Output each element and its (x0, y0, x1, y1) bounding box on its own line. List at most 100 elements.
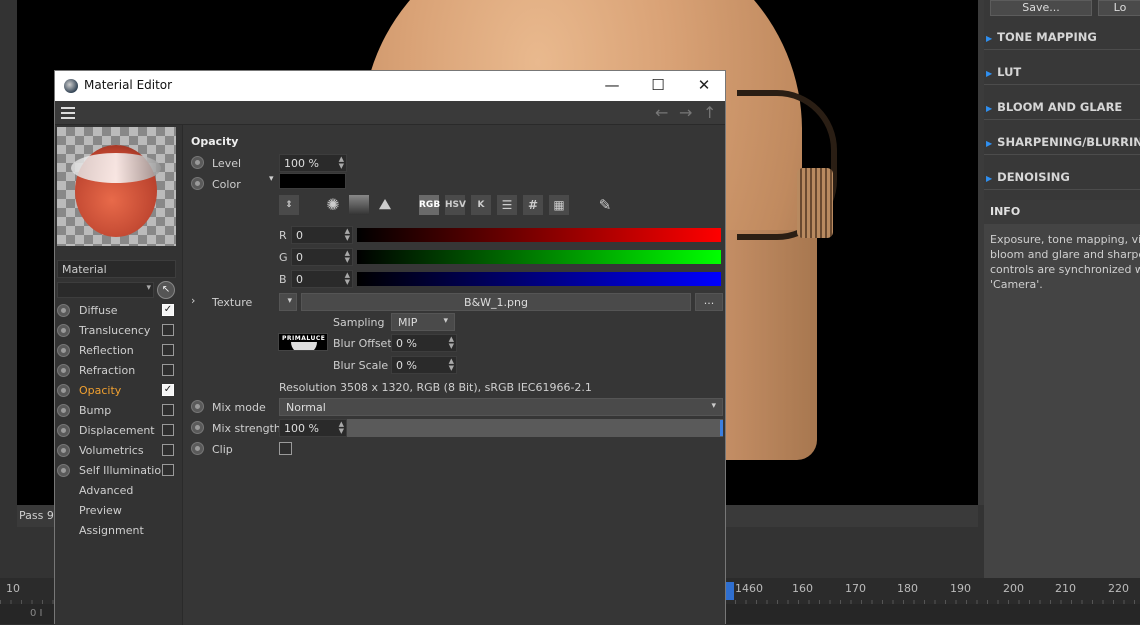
spinner-icon[interactable]: ▲ ▼ (345, 228, 350, 242)
r-slider[interactable] (357, 228, 721, 242)
color-wheel-toggle-icon[interactable]: ⇕ (279, 195, 299, 215)
channel-checkbox[interactable] (162, 464, 174, 476)
channel-radio[interactable] (57, 304, 70, 317)
section-denoising[interactable]: ▶ DENOISING (984, 162, 1140, 190)
channel-label[interactable]: Translucency (79, 324, 150, 337)
material-preset-dropdown[interactable]: ▾ (57, 282, 154, 298)
channel-translucency[interactable]: Translucency (55, 321, 182, 341)
texture-menu-button[interactable]: ▾ (279, 293, 297, 311)
g-field[interactable]: 0 ▲ ▼ (291, 248, 353, 266)
save-button[interactable]: Save... (990, 0, 1092, 16)
section-lut[interactable]: ▶ LUT (984, 57, 1140, 85)
spinner-icon[interactable]: ▲ ▼ (339, 421, 344, 435)
b-slider[interactable] (357, 272, 721, 286)
load-button[interactable]: Lo (1098, 0, 1140, 16)
channel-radio[interactable] (57, 364, 70, 377)
channel-radio[interactable] (57, 464, 70, 477)
channel-checkbox[interactable] (162, 324, 174, 336)
spectrum-icon[interactable] (349, 195, 369, 215)
section-sharpening[interactable]: ▶ SHARPENING/BLURRING (984, 127, 1140, 155)
spinner-icon[interactable]: ▲ ▼ (345, 272, 350, 286)
channel-checkbox[interactable] (162, 344, 174, 356)
channel-label[interactable]: Preview (79, 504, 122, 517)
channel-label[interactable]: Assignment (79, 524, 144, 537)
spinner-icon[interactable]: ▲ ▼ (449, 358, 454, 372)
channel-checkbox[interactable]: ✓ (162, 384, 174, 396)
up-arrow-icon[interactable]: ↑ (703, 103, 716, 122)
color-expand-chevron-icon[interactable]: ▾ (269, 174, 274, 184)
mix-mode-animate-radio[interactable] (191, 400, 204, 413)
mixer-icon[interactable]: ☰ (497, 195, 517, 215)
channel-radio[interactable] (57, 444, 70, 457)
channel-label[interactable]: Refraction (79, 364, 135, 377)
channel-preview[interactable]: Preview (55, 501, 182, 521)
blur-scale-field[interactable]: 0 % ▲ ▼ (391, 356, 457, 374)
channel-label[interactable]: Volumetrics (79, 444, 144, 457)
clip-checkbox[interactable] (279, 442, 292, 455)
channel-radio[interactable] (57, 324, 70, 337)
spinner-icon[interactable]: ▲ ▼ (339, 156, 344, 170)
channel-radio[interactable] (57, 344, 70, 357)
channel-volumetrics[interactable]: Volumetrics (55, 441, 182, 461)
color-animate-radio[interactable] (191, 177, 204, 190)
channel-opacity[interactable]: Opacity ✓ (55, 381, 182, 401)
hex-mode-button[interactable]: # (523, 195, 543, 215)
channel-radio[interactable] (57, 404, 70, 417)
level-field[interactable]: 100 % ▲ ▼ (279, 154, 347, 172)
kelvin-mode-button[interactable]: K (471, 195, 491, 215)
clip-animate-radio[interactable] (191, 442, 204, 455)
channel-checkbox[interactable] (162, 404, 174, 416)
channel-bump[interactable]: Bump (55, 401, 182, 421)
texture-expand-chevron-icon[interactable]: › (191, 294, 195, 307)
channel-label[interactable]: Opacity (79, 384, 121, 397)
playhead[interactable] (726, 582, 734, 600)
color-wheel-icon[interactable]: ✺ (323, 195, 343, 215)
blur-offset-field[interactable]: 0 % ▲ ▼ (391, 334, 457, 352)
b-field[interactable]: 0 ▲ ▼ (291, 270, 353, 288)
maximize-button[interactable]: ☐ (635, 71, 681, 101)
spinner-icon[interactable]: ▲ ▼ (345, 250, 350, 264)
mix-mode-dropdown[interactable]: Normal ▾ (279, 398, 723, 416)
channel-checkbox[interactable]: ✓ (162, 304, 174, 316)
channel-diffuse[interactable]: Diffuse ✓ (55, 301, 182, 321)
mix-strength-slider[interactable] (347, 419, 723, 437)
minimize-button[interactable]: — (589, 71, 635, 101)
r-field[interactable]: 0 ▲ ▼ (291, 226, 353, 244)
level-animate-radio[interactable] (191, 156, 204, 169)
channel-radio[interactable] (57, 384, 70, 397)
g-slider[interactable] (357, 250, 721, 264)
image-picker-icon[interactable]: ⛰ (375, 195, 395, 215)
frame-field[interactable]: 0 I (30, 608, 43, 619)
rgb-mode-button[interactable]: RGB (419, 195, 440, 215)
hsv-mode-button[interactable]: HSV (445, 195, 466, 215)
channel-checkbox[interactable] (162, 364, 174, 376)
sampling-dropdown[interactable]: MIP ▾ (391, 313, 455, 331)
channel-label[interactable]: Reflection (79, 344, 134, 357)
section-bloom-glare[interactable]: ▶ BLOOM AND GLARE (984, 92, 1140, 120)
channel-reflection[interactable]: Reflection (55, 341, 182, 361)
forward-arrow-icon[interactable]: → (679, 103, 692, 122)
color-swatch[interactable] (279, 173, 346, 189)
channel-displacement[interactable]: Displacement (55, 421, 182, 441)
mix-strength-animate-radio[interactable] (191, 421, 204, 434)
mix-strength-field[interactable]: 100 % ▲ ▼ (279, 419, 347, 437)
channel-label[interactable]: Advanced (79, 484, 133, 497)
material-preview[interactable] (57, 127, 176, 246)
hamburger-menu-icon[interactable] (61, 107, 75, 119)
channel-assignment[interactable]: Assignment (55, 521, 182, 541)
swatch-grid-icon[interactable]: ▦ (549, 195, 569, 215)
channel-advanced[interactable]: Advanced (55, 481, 182, 501)
texture-file-button[interactable]: B&W_1.png (301, 293, 691, 311)
pick-material-icon[interactable]: ↖ (157, 281, 175, 299)
spinner-icon[interactable]: ▲ ▼ (449, 336, 454, 350)
channel-checkbox[interactable] (162, 424, 174, 436)
eyedropper-icon[interactable]: ✎ (595, 195, 615, 215)
channel-label[interactable]: Self Illumination (79, 464, 168, 477)
channel-label[interactable]: Diffuse (79, 304, 118, 317)
texture-browse-button[interactable]: ... (695, 293, 723, 311)
title-bar[interactable]: Material Editor — ☐ ✕ (55, 71, 725, 101)
back-arrow-icon[interactable]: ← (655, 103, 668, 122)
material-name-field[interactable]: Material (57, 260, 176, 278)
channel-label[interactable]: Bump (79, 404, 111, 417)
section-tone-mapping[interactable]: ▶ TONE MAPPING (984, 22, 1140, 50)
